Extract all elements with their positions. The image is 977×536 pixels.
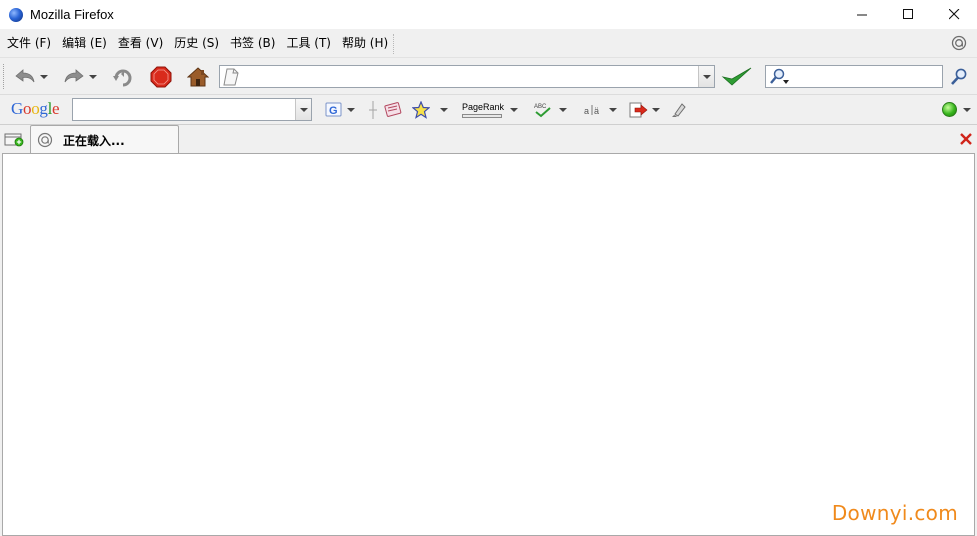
menu-help[interactable]: 帮助 (H) (337, 32, 393, 54)
bookmarks-star-button[interactable] (412, 100, 448, 120)
maximize-button[interactable] (885, 0, 931, 29)
maximize-icon (902, 9, 913, 19)
go-button[interactable] (721, 66, 753, 88)
window-controls (839, 0, 977, 29)
highlighter-icon (672, 103, 686, 117)
navigation-toolbar (0, 58, 977, 95)
pagerank-label: PageRank (462, 101, 505, 112)
tab-label: 正在载入... (63, 133, 125, 148)
forward-dropdown-icon[interactable] (89, 75, 97, 79)
spellcheck-button[interactable]: ABC (533, 100, 567, 120)
magnifier-dropdown-icon (770, 68, 789, 84)
loading-spinner-icon (37, 132, 53, 148)
url-history-dropdown[interactable] (698, 66, 714, 87)
popup-blocker-icon (384, 102, 402, 117)
toolbar-separator-handle (368, 100, 378, 120)
menu-history[interactable]: 历史 (S) (169, 32, 224, 54)
logo-letter: g (39, 99, 48, 118)
search-input[interactable] (792, 66, 942, 87)
home-icon (187, 67, 209, 87)
page-content-area[interactable]: Downyi.com (2, 153, 975, 536)
google-logo[interactable]: Google (11, 99, 60, 119)
google-search-button[interactable]: G (325, 100, 355, 120)
chevron-down-icon[interactable] (609, 108, 617, 112)
url-bar[interactable] (219, 65, 715, 88)
svg-text:G: G (329, 105, 338, 117)
reload-icon (113, 69, 132, 87)
chevron-down-icon (702, 74, 711, 79)
separator-icon (369, 101, 377, 119)
close-tab-icon[interactable] (959, 132, 973, 146)
svg-text:ABC: ABC (534, 104, 547, 110)
google-search-box[interactable] (72, 98, 312, 121)
throbber-icon (951, 35, 967, 51)
chevron-down-icon[interactable] (559, 108, 567, 112)
close-icon (948, 9, 959, 20)
window-title: Mozilla Firefox (30, 7, 114, 22)
chevron-down-icon[interactable] (347, 108, 355, 112)
minimize-button[interactable] (839, 0, 885, 29)
translate-button[interactable]: a ä (583, 100, 617, 120)
chevron-down-icon[interactable] (510, 108, 519, 112)
title-bar: Mozilla Firefox (0, 0, 977, 29)
menu-view[interactable]: 查看 (V) (113, 32, 168, 54)
status-dropdown-icon[interactable] (963, 108, 971, 112)
logo-letter: e (52, 99, 60, 118)
star-icon (412, 101, 430, 119)
stop-icon (150, 66, 172, 88)
watermark: Downyi.com (831, 501, 958, 525)
reload-button[interactable] (112, 65, 134, 89)
back-button[interactable] (14, 65, 48, 89)
google-status-icon[interactable] (942, 102, 957, 117)
logo-letter: G (11, 99, 23, 118)
menu-bar: 文件 (F) 编辑 (E) 查看 (V) 历史 (S) 书签 (B) 工具 (T… (0, 29, 977, 58)
google-search-dropdown[interactable] (295, 99, 311, 120)
spellcheck-icon: ABC (534, 104, 551, 118)
search-bar[interactable] (765, 65, 943, 88)
search-engine-selector[interactable] (766, 67, 792, 87)
chevron-down-icon[interactable] (440, 108, 448, 112)
search-go-icon[interactable] (950, 68, 968, 86)
highlighter-button[interactable] (670, 100, 688, 120)
menu-file[interactable]: 文件 (F) (2, 32, 56, 54)
page-icon (223, 68, 239, 85)
firefox-window: Mozilla Firefox 文件 (F) 编辑 (E) 查看 (V) 历史 … (0, 0, 977, 536)
forward-arrow-icon (64, 69, 84, 83)
toolbar-grip[interactable] (3, 64, 6, 89)
chevron-down-icon (299, 107, 308, 112)
close-window-button[interactable] (931, 0, 977, 29)
send-to-icon (629, 102, 648, 118)
firefox-globe-icon (9, 7, 23, 22)
menu-edit[interactable]: 编辑 (E) (57, 32, 112, 54)
home-button[interactable] (187, 65, 209, 89)
back-dropdown-icon[interactable] (40, 75, 48, 79)
pagerank-button[interactable]: PageRank (462, 100, 519, 120)
menu-tools[interactable]: 工具 (T) (281, 32, 336, 54)
google-g-icon: G (325, 102, 342, 117)
tab-bar: 正在载入... (0, 125, 977, 154)
google-toolbar: Google G PageRank ABC a ä (0, 95, 977, 125)
menu-separator (393, 34, 394, 54)
svg-text:ä: ä (594, 106, 599, 116)
logo-letter: o (22, 99, 32, 118)
back-arrow-icon (15, 69, 35, 83)
svg-text:a: a (584, 106, 589, 116)
pagerank-indicator: PageRank (462, 101, 505, 118)
minimize-icon (856, 14, 867, 16)
google-search-input[interactable] (73, 99, 295, 120)
menu-bookmarks[interactable]: 书签 (B) (225, 32, 280, 54)
url-input[interactable] (239, 66, 698, 87)
tab-loading[interactable]: 正在载入... (30, 125, 179, 154)
forward-button[interactable] (63, 65, 97, 89)
new-tab-icon[interactable] (4, 131, 24, 147)
pagerank-bar (462, 113, 502, 118)
stop-button[interactable] (150, 65, 172, 89)
translate-icon: a ä (584, 105, 599, 116)
send-to-button[interactable] (628, 100, 660, 120)
popup-blocker-button[interactable] (383, 100, 403, 120)
chevron-down-icon[interactable] (652, 108, 660, 112)
